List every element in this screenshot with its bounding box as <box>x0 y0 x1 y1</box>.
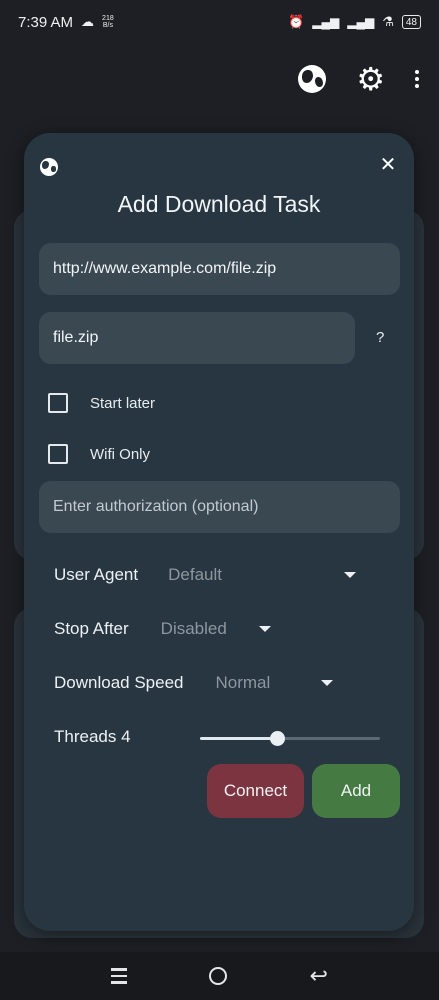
download-speed-select[interactable]: Normal <box>215 673 321 693</box>
threads-row: Threads 4 <box>54 727 131 747</box>
start-later-label: Start later <box>90 394 156 412</box>
filename-field[interactable]: file.zip <box>39 312 355 364</box>
dialog-title: Add Download Task <box>117 191 321 217</box>
signal-icon-2: ▂▄▆ <box>347 15 375 29</box>
signal-icon: ▂▄▆ <box>312 15 340 29</box>
stop-after-row: Stop After Disabled <box>54 619 271 639</box>
status-left: 7:39 AM ☁ 218 B/s <box>18 14 114 31</box>
user-agent-row: User Agent Default <box>54 565 357 585</box>
back-icon[interactable]: ↩ <box>309 963 327 989</box>
help-button[interactable]: ? <box>376 329 384 346</box>
authorization-placeholder: Enter authorization (optional) <box>53 498 259 515</box>
user-agent-select[interactable]: Default <box>168 565 344 585</box>
threads-slider[interactable] <box>200 731 380 746</box>
connect-button[interactable]: Connect <box>207 764 304 818</box>
user-agent-label: User Agent <box>54 565 139 584</box>
flask-icon: ⚗ <box>382 14 394 29</box>
more-vert-icon[interactable] <box>415 70 419 88</box>
alarm-icon: ⏰ <box>288 14 305 29</box>
battery-level: 48 <box>405 16 417 28</box>
home-icon[interactable] <box>209 967 228 985</box>
globe-icon <box>40 158 58 176</box>
network-speed-unit: B/s <box>102 22 113 29</box>
battery-icon: 48 <box>401 15 421 29</box>
chevron-down-icon[interactable] <box>344 572 357 578</box>
recent-apps-icon[interactable] <box>111 968 128 984</box>
chevron-down-icon[interactable] <box>321 680 334 686</box>
add-button[interactable]: Add <box>312 764 400 818</box>
filename-value: file.zip <box>53 329 99 346</box>
start-later-checkbox[interactable] <box>48 393 68 413</box>
threads-slider-fill <box>200 737 278 740</box>
start-later-row[interactable]: Start later <box>48 393 155 413</box>
threads-label: Threads 4 <box>54 727 131 746</box>
status-time: 7:39 AM <box>18 13 74 31</box>
url-value: http://www.example.com/file.zip <box>53 260 277 277</box>
network-speed-value: 218 <box>102 15 114 22</box>
system-nav-bar: ↩ <box>0 952 439 1000</box>
threads-slider-thumb[interactable] <box>270 731 286 746</box>
connect-label: Connect <box>223 781 288 800</box>
authorization-field[interactable]: Enter authorization (optional) <box>39 481 400 533</box>
settings-gear-icon[interactable]: ⚙ <box>356 63 385 95</box>
cloud-upload-icon: ☁ <box>81 14 95 29</box>
globe-icon[interactable] <box>298 65 327 93</box>
download-speed-row: Download Speed Normal <box>54 673 334 693</box>
status-bar: 7:39 AM ☁ 218 B/s ⏰ ▂▄▆ ▂▄▆ ⚗ 48 <box>0 0 439 44</box>
chevron-down-icon[interactable] <box>258 626 271 632</box>
network-speed: 218 B/s <box>102 15 114 29</box>
add-download-dialog: ✕ Add Download Task http://www.example.c… <box>24 133 414 931</box>
wifi-only-checkbox[interactable] <box>48 444 68 464</box>
close-icon[interactable]: ✕ <box>376 153 400 177</box>
status-right: ⏰ ▂▄▆ ▂▄▆ ⚗ 48 <box>288 14 421 30</box>
stop-after-select[interactable]: Disabled <box>161 619 259 639</box>
add-label: Add <box>340 781 372 800</box>
wifi-only-row[interactable]: Wifi Only <box>48 444 150 464</box>
app-bar: ⚙ <box>0 44 439 114</box>
download-speed-label: Download Speed <box>54 673 184 692</box>
url-field[interactable]: http://www.example.com/file.zip <box>39 243 400 295</box>
stop-after-label: Stop After <box>54 619 129 638</box>
wifi-only-label: Wifi Only <box>90 445 150 463</box>
